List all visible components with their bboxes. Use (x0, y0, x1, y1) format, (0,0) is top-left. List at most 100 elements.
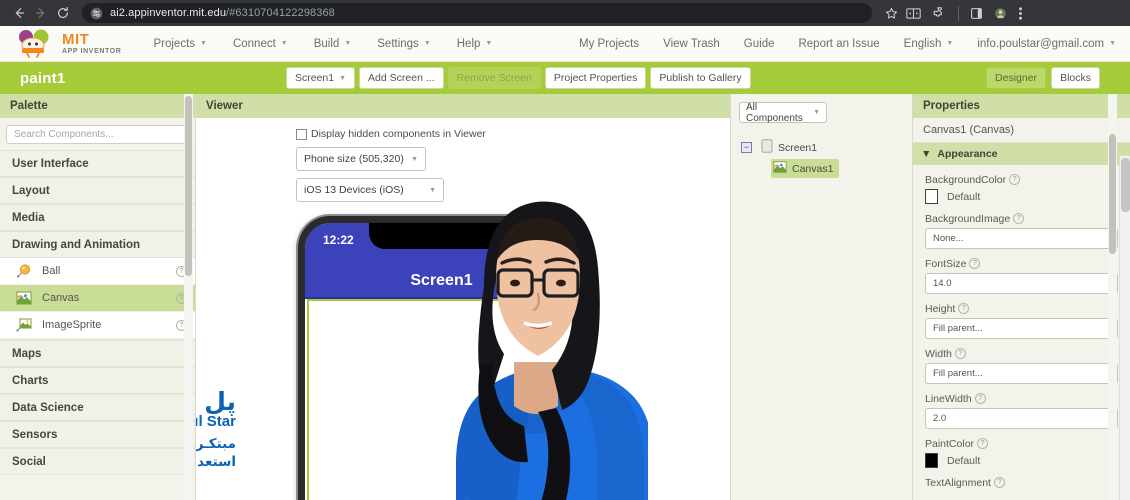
blocks-button[interactable]: Blocks (1051, 67, 1100, 89)
screen-selector-dropdown[interactable]: Screen1 ▼ (286, 67, 356, 89)
palette-scrollbar[interactable] (184, 94, 193, 500)
color-swatch[interactable] (925, 453, 938, 468)
help-icon[interactable]: ? (954, 348, 966, 359)
palette-category-charts[interactable]: Charts (0, 367, 195, 394)
app-inventor-logo[interactable]: MIT APP INVENTOR (14, 29, 121, 59)
properties-panel: Properties Canvas1 (Canvas) ▼ Appearance… (913, 94, 1130, 500)
menu-projects[interactable]: Projects ▼ (153, 38, 206, 50)
components-panel: All Components ▼ − Screen1 Canvas1 (731, 94, 913, 500)
palette-category-data-science[interactable]: Data Science (0, 394, 195, 421)
help-icon[interactable]: ? (1009, 174, 1021, 185)
palette-item-canvas[interactable]: Canvas ? (0, 285, 195, 312)
phone-status-bar: 12:22 (305, 223, 578, 265)
link-my-projects-label: My Projects (579, 37, 640, 50)
tree-row-screen1[interactable]: − Screen1 (741, 137, 912, 158)
property-backgroundimage-input[interactable]: None... (925, 228, 1118, 249)
page-scrollbar[interactable] (1119, 156, 1130, 500)
three-dot-menu-icon[interactable] (1018, 6, 1023, 21)
link-my-projects[interactable]: My Projects (579, 38, 639, 50)
account-email[interactable]: info.poulstar@gmail.com ▼ (977, 38, 1116, 50)
link-guide-label: Guide (743, 37, 775, 50)
menu-build[interactable]: Build ▼ (314, 38, 352, 50)
side-panel-icon[interactable] (970, 7, 983, 20)
property-paintcolor-value[interactable]: Default (925, 453, 1118, 468)
palette-category-layout[interactable]: Layout (0, 177, 195, 204)
page-scrollbar-thumb[interactable] (1121, 158, 1130, 212)
palette-item-imagesprite[interactable]: ImageSprite ? (0, 312, 195, 339)
language-selector[interactable]: English ▼ (904, 38, 954, 50)
menu-settings[interactable]: Settings ▼ (377, 38, 431, 50)
link-report-issue[interactable]: Report an Issue (798, 38, 879, 50)
chevron-down-icon: ▼ (200, 40, 207, 47)
page-settings-icon[interactable] (90, 7, 103, 20)
display-hidden-components-checkbox[interactable] (296, 128, 307, 140)
tree-node-canvas1[interactable]: Canvas1 (771, 159, 840, 178)
project-properties-button[interactable]: Project Properties (544, 67, 647, 89)
palette-component-list: Ball ? Canvas ? ImageSprite ? (0, 258, 195, 340)
view-switcher: Designer Blocks (986, 67, 1100, 89)
palette-category-media[interactable]: Media (0, 204, 195, 231)
extension-icon[interactable] (932, 6, 947, 20)
color-swatch[interactable] (925, 189, 938, 204)
menu-connect[interactable]: Connect ▼ (233, 38, 288, 50)
palette-category-sensors[interactable]: Sensors (0, 421, 195, 448)
collapse-toggle-icon[interactable]: − (741, 142, 752, 153)
viewer-body: Display hidden components in Viewer Phon… (196, 118, 730, 500)
search-components-box[interactable] (6, 125, 189, 144)
help-icon[interactable]: ? (958, 303, 970, 314)
forward-arrow-icon[interactable] (30, 2, 52, 24)
url-text: ai2.appinventor.mit.edu/#631070412229836… (110, 7, 335, 19)
reading-list-icon[interactable] (906, 7, 921, 20)
palette-category-maps[interactable]: Maps (0, 340, 195, 367)
device-type-dropdown[interactable]: iOS 13 Devices (iOS) ▼ (296, 178, 444, 202)
account-email-label: info.poulstar@gmail.com (977, 37, 1105, 50)
help-icon[interactable]: ? (977, 438, 989, 449)
property-fontsize-input[interactable]: 14.0 (925, 273, 1118, 294)
address-bar[interactable]: ai2.appinventor.mit.edu/#631070412229836… (82, 3, 872, 23)
search-input[interactable] (14, 129, 181, 140)
back-arrow-icon[interactable] (8, 2, 30, 24)
property-backgroundcolor-value[interactable]: Default (925, 189, 1118, 204)
profile-avatar[interactable] (994, 7, 1007, 20)
property-width-label: Width (925, 348, 952, 360)
display-hidden-components-row[interactable]: Display hidden components in Viewer (296, 128, 486, 140)
app-menu-bar: MIT APP INVENTOR Projects ▼ Connect ▼ Bu… (0, 26, 1130, 62)
properties-scrollbar[interactable] (1108, 94, 1117, 500)
screen-icon (761, 139, 773, 156)
logo-mit-text: MIT (62, 31, 90, 48)
link-view-trash[interactable]: View Trash (663, 38, 720, 50)
phone-size-dropdown[interactable]: Phone size (505,320) ▼ (296, 147, 426, 171)
tree-node-screen1-label: Screen1 (778, 141, 818, 154)
help-icon[interactable]: ? (974, 393, 986, 404)
palette-category-social[interactable]: Social (0, 448, 195, 475)
help-icon[interactable]: ? (993, 477, 1005, 488)
phone-screen-title: Screen1 (410, 272, 473, 289)
help-icon[interactable]: ? (1013, 213, 1025, 224)
property-linewidth-input[interactable]: 2.0 (925, 408, 1118, 429)
help-icon[interactable]: ? (969, 258, 981, 269)
palette-item-ball[interactable]: Ball ? (0, 258, 195, 285)
palette-category-user-interface[interactable]: User Interface (0, 150, 195, 177)
star-icon[interactable] (880, 2, 902, 24)
properties-section-appearance[interactable]: ▼ Appearance (913, 143, 1130, 165)
designer-button[interactable]: Designer (986, 67, 1047, 89)
property-paintcolor-text: Default (947, 454, 981, 467)
ball-icon (16, 263, 32, 279)
add-screen-button[interactable]: Add Screen ... (359, 67, 444, 89)
link-guide[interactable]: Guide (744, 38, 775, 50)
canvas1-component[interactable] (307, 299, 576, 500)
property-width-input[interactable]: Fill parent... (925, 363, 1118, 384)
tree-node-screen1[interactable]: Screen1 (759, 138, 823, 157)
property-height-input[interactable]: Fill parent... (925, 318, 1118, 339)
palette-category-drawing-and-animation[interactable]: Drawing and Animation (0, 231, 195, 258)
tree-row-canvas1[interactable]: Canvas1 (771, 158, 912, 179)
tree-node-canvas1-label: Canvas1 (792, 162, 834, 175)
menu-help[interactable]: Help ▼ (457, 38, 493, 50)
all-components-dropdown[interactable]: All Components ▼ (739, 102, 827, 124)
chevron-down-icon: ▼ (946, 40, 954, 47)
layout-icon[interactable] (545, 272, 564, 296)
reload-icon[interactable] (52, 2, 74, 24)
publish-to-gallery-button[interactable]: Publish to Gallery (650, 67, 751, 89)
property-backgroundcolor-label: BackgroundColor (925, 174, 1007, 186)
property-width: Width ? Fill parent... (925, 348, 1118, 384)
